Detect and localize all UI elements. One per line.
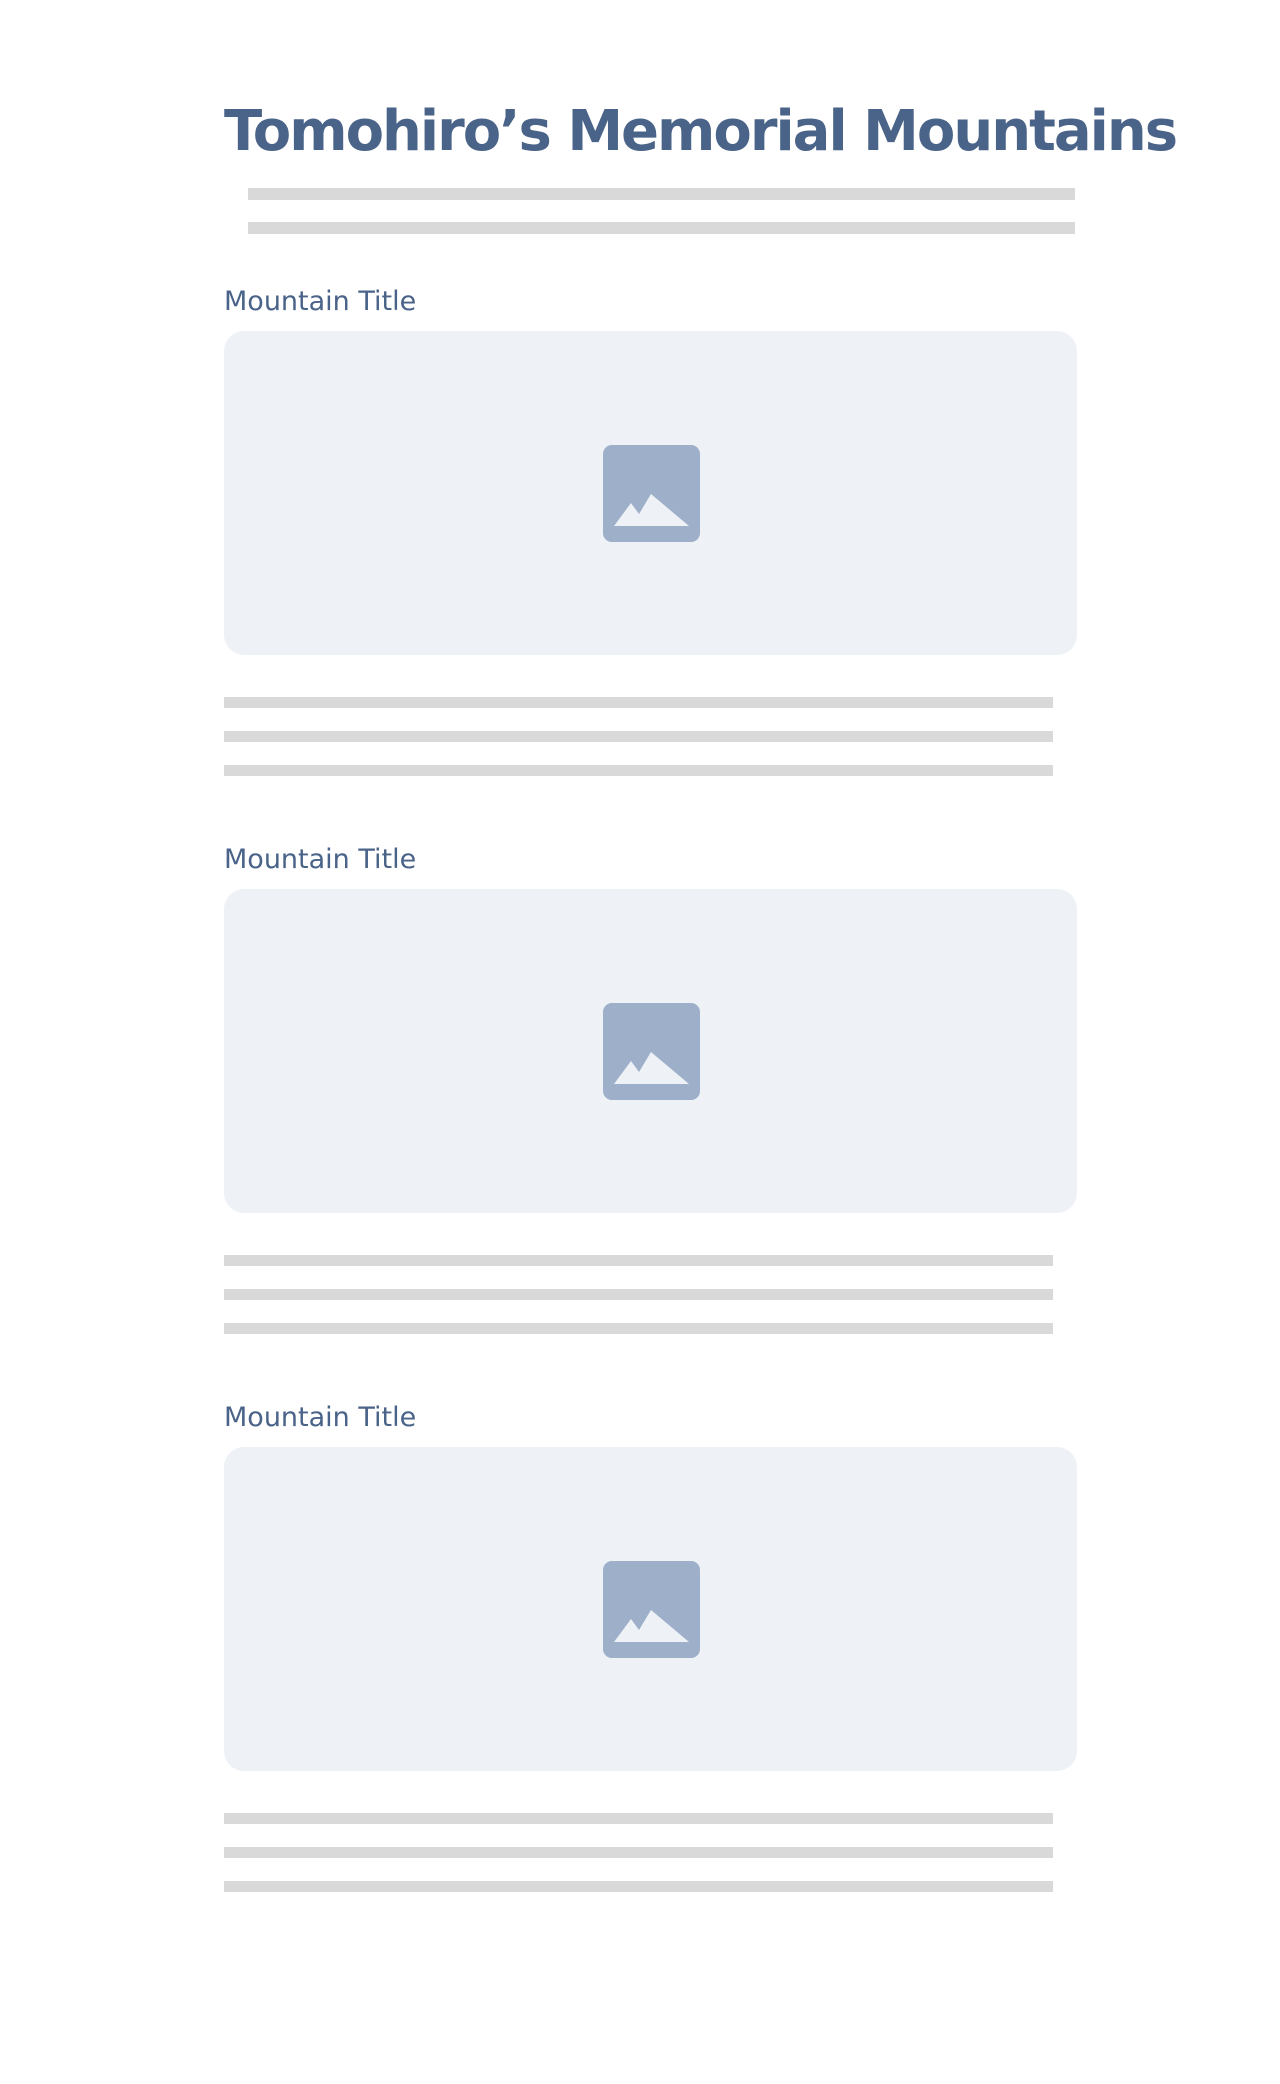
text-placeholder-line — [224, 765, 1053, 776]
text-placeholder-line — [224, 731, 1053, 742]
mountain-image-placeholder — [224, 1447, 1077, 1771]
mountain-title: Mountain Title — [224, 1402, 417, 1433]
text-placeholder-line — [224, 1289, 1053, 1300]
intro-placeholder-line — [248, 222, 1075, 234]
text-placeholder-line — [224, 1323, 1053, 1334]
mountain-title: Mountain Title — [224, 844, 417, 875]
text-placeholder-line — [224, 1881, 1053, 1892]
image-placeholder-icon — [603, 445, 700, 542]
mountain-image-placeholder — [224, 331, 1077, 655]
image-placeholder-icon — [603, 1561, 700, 1658]
intro-placeholder-line — [248, 188, 1075, 200]
image-placeholder-icon — [603, 1003, 700, 1100]
text-placeholder-line — [224, 697, 1053, 708]
mountain-section: Mountain Title — [224, 1400, 1077, 1920]
text-placeholder-line — [224, 1255, 1053, 1266]
mountain-image-placeholder — [224, 889, 1077, 1213]
mountain-title: Mountain Title — [224, 286, 417, 317]
text-placeholder-line — [224, 1813, 1053, 1824]
mountain-section: Mountain Title — [224, 284, 1077, 804]
page-title: Tomohiro’s Memorial Mountains — [224, 99, 1178, 164]
text-placeholder-line — [224, 1847, 1053, 1858]
mountain-section: Mountain Title — [224, 842, 1077, 1362]
